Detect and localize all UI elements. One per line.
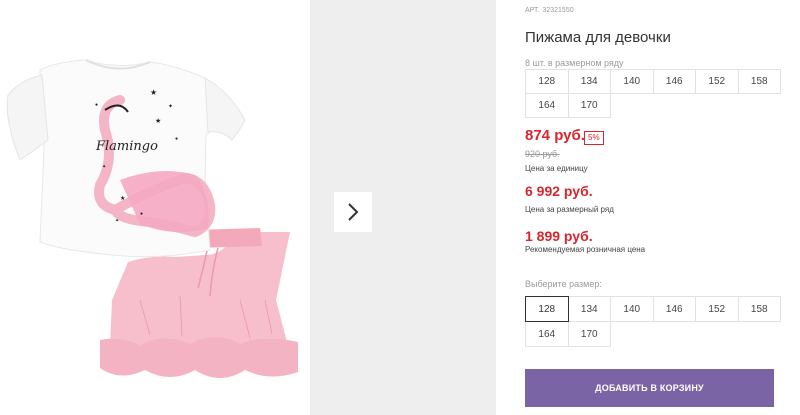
size-option-140[interactable]: 140 (610, 296, 654, 322)
unit-price: 874 руб. (525, 127, 585, 144)
size-option-134[interactable]: 134 (567, 296, 611, 322)
size-selector: 128 134 140 146 152 158 164 170 (525, 296, 781, 347)
size-option-170[interactable]: 170 (567, 321, 611, 347)
svg-text:✦: ✦ (102, 164, 106, 170)
choose-size-label: Выберите размер: (525, 279, 602, 289)
product-title: Пижама для девочки (525, 29, 671, 46)
next-image-button[interactable] (334, 192, 372, 232)
discount-badge: 5% (584, 131, 604, 145)
rrp-price-label: Рекомендуемая розничная цена (525, 245, 646, 254)
size-row-item: 140 (610, 69, 654, 94)
size-count-label: 8 шт. в размерном ряду (525, 58, 624, 68)
row-price-label: Цена за размерный ряд (525, 205, 614, 214)
size-option-164[interactable]: 164 (525, 321, 569, 347)
size-option-152[interactable]: 152 (695, 296, 739, 322)
size-option-158[interactable]: 158 (737, 296, 781, 322)
svg-text:★: ★ (120, 195, 125, 202)
old-price: 920 руб. (525, 149, 560, 159)
size-row-item: 146 (652, 69, 696, 94)
rrp-price: 1 899 руб. (525, 228, 593, 244)
size-row-item: 158 (737, 69, 781, 94)
image-gallery-panel (310, 0, 496, 415)
chevron-right-icon (348, 203, 359, 221)
size-row-item: 164 (525, 93, 569, 118)
svg-text:✦: ✦ (115, 218, 119, 224)
svg-text:★: ★ (150, 88, 157, 97)
size-row-item: 134 (567, 69, 611, 94)
svg-text:★: ★ (155, 117, 161, 125)
product-image: Flamingo ★ ✦ ★ ● ✦ ★ ● ✦ ● (0, 0, 310, 415)
svg-text:●: ● (140, 211, 143, 217)
size-row-item: 128 (525, 69, 569, 94)
size-row-item: 152 (695, 69, 739, 94)
size-row-item: 170 (567, 93, 611, 118)
unit-price-label: Цена за единицу (525, 164, 588, 173)
add-to-cart-button[interactable]: ДОБАВИТЬ В КОРЗИНУ (525, 369, 774, 407)
flamingo-text: Flamingo (95, 139, 158, 154)
svg-text:✦: ✦ (168, 103, 173, 110)
article-label: АРТ. (525, 7, 540, 14)
pajama-illustration: Flamingo ★ ✦ ★ ● ✦ ★ ● ✦ ● (6, 59, 298, 378)
svg-text:●: ● (95, 102, 98, 108)
svg-text:●: ● (175, 136, 178, 142)
row-price: 6 992 руб. (525, 183, 593, 199)
article-value: 32321550 (542, 7, 574, 14)
size-option-128[interactable]: 128 (525, 296, 569, 322)
size-row-grid: 128 134 140 146 152 158 164 170 (525, 69, 781, 118)
article-number: АРТ. 32321550 (525, 7, 577, 14)
size-option-146[interactable]: 146 (652, 296, 696, 322)
